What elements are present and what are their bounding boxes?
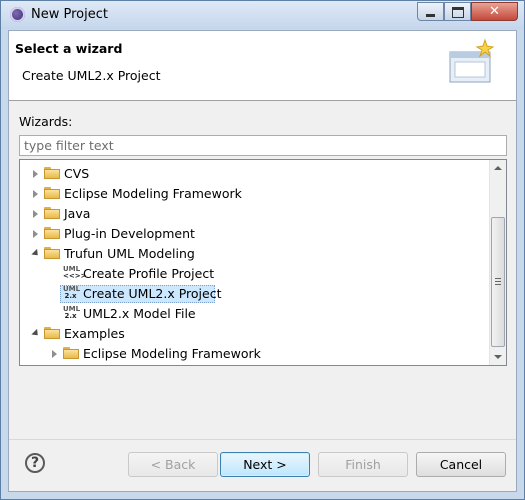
window-title: New Project [31, 7, 108, 22]
tree-scrollbar[interactable] [489, 160, 506, 365]
scroll-up-arrow-icon[interactable] [490, 160, 507, 177]
tree-item-label: UML2.x Model File [83, 306, 196, 321]
tree-item-trufun-uml-modeling[interactable]: Trufun UML Modeling [20, 244, 488, 264]
footer-divider [9, 439, 516, 440]
tree-item-create-uml2x-project[interactable]: UML 2.x Create UML2.x Project [20, 284, 488, 304]
new-project-window: New Project ✕ Select a wizard Create UML… [0, 0, 525, 500]
expand-arrow-icon[interactable] [52, 350, 57, 358]
header-title: Select a wizard [15, 41, 123, 56]
uml2x-icon: UML 2.x [63, 305, 81, 320]
collapse-arrow-icon[interactable] [31, 248, 41, 259]
tree-item-label: Create UML2.x Project [83, 286, 222, 301]
uml2x-icon: UML 2.x [63, 285, 81, 300]
tree-item-plugin-development[interactable]: Plug-in Development [20, 224, 488, 244]
tree-item-label: Plug-in Development [64, 226, 195, 241]
dialog-client: Select a wizard Create UML2.x Project Wi… [8, 30, 517, 492]
scrollbar-thumb[interactable] [491, 217, 505, 347]
expand-arrow-icon[interactable] [33, 230, 38, 238]
scroll-down-arrow-icon[interactable] [490, 348, 507, 365]
wizards-label: Wizards: [19, 114, 73, 129]
tree-item-eclipse-modeling-framework[interactable]: Eclipse Modeling Framework [20, 184, 488, 204]
header-description: Create UML2.x Project [22, 68, 161, 83]
close-icon: ✕ [489, 4, 500, 19]
tree-item-label: Create Profile Project [83, 266, 215, 281]
folder-icon [44, 167, 60, 179]
help-icon[interactable]: ? [25, 453, 45, 473]
wizard-header: Select a wizard Create UML2.x Project [9, 31, 516, 101]
tree-item-examples-eclipse-modeling-framework[interactable]: Eclipse Modeling Framework [20, 344, 488, 364]
folder-icon [44, 187, 60, 199]
folder-icon [44, 207, 60, 219]
tree-item-label: Examples [64, 326, 125, 341]
cancel-button[interactable]: Cancel [416, 452, 506, 477]
folder-icon [63, 347, 79, 359]
tree-item-label: Java [64, 206, 91, 221]
expand-arrow-icon[interactable] [33, 170, 38, 178]
tree-item-label: Trufun UML Modeling [64, 246, 195, 261]
filter-input[interactable] [19, 135, 507, 156]
finish-button[interactable]: Finish [318, 452, 408, 477]
new-wizard-banner-icon [449, 38, 495, 83]
title-bar[interactable]: New Project ✕ [1, 1, 524, 29]
tree-item-java[interactable]: Java [20, 204, 488, 224]
tree-item-label: Eclipse Modeling Framework [83, 346, 261, 361]
minimize-button[interactable] [417, 2, 444, 21]
eclipse-icon [10, 7, 25, 22]
tree-item-label: CVS [64, 166, 90, 181]
tree-item-uml2x-model-file[interactable]: UML 2.x UML2.x Model File [20, 304, 488, 324]
back-button[interactable]: < Back [128, 452, 218, 477]
folder-icon [44, 327, 60, 339]
expand-arrow-icon[interactable] [33, 210, 38, 218]
folder-icon [44, 247, 60, 259]
collapse-arrow-icon[interactable] [31, 328, 41, 339]
next-button[interactable]: Next > [220, 452, 310, 477]
tree-item-cvs[interactable]: CVS [20, 164, 488, 184]
tree-item-examples[interactable]: Examples [20, 324, 488, 344]
expand-arrow-icon[interactable] [33, 190, 38, 198]
tree-item-label: Eclipse Modeling Framework [64, 186, 242, 201]
tree-item-create-profile-project[interactable]: UML <<>> Create Profile Project [20, 264, 488, 284]
wizard-tree[interactable]: CVS Eclipse Modeling Framework Java Plug… [19, 159, 507, 366]
close-button[interactable]: ✕ [471, 2, 518, 21]
uml-profile-icon: UML <<>> [63, 265, 87, 280]
folder-icon [44, 227, 60, 239]
maximize-button[interactable] [444, 2, 471, 21]
